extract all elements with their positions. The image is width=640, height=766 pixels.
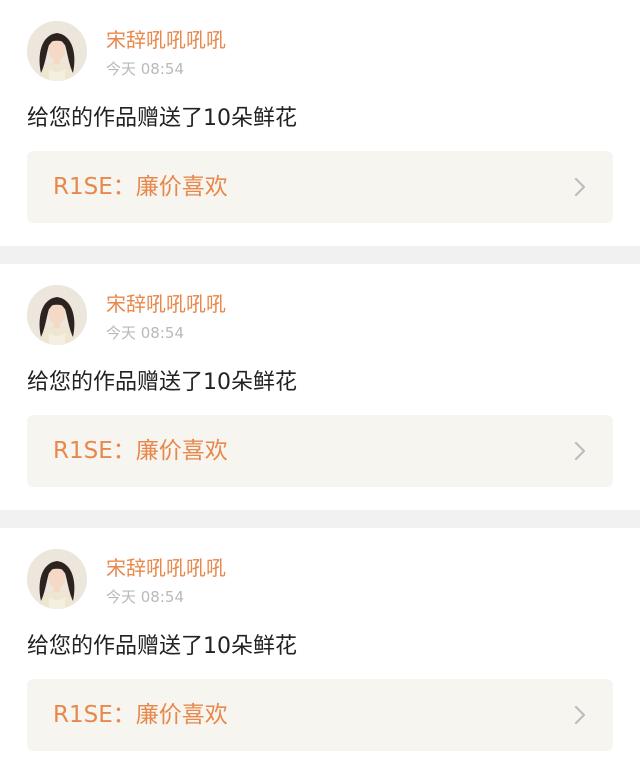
- chevron-right-icon: [573, 175, 587, 199]
- work-link-card[interactable]: R1SE：廉价喜欢: [27, 679, 613, 751]
- timestamp: 今天 08:54: [106, 324, 184, 342]
- work-title: R1SE：廉价喜欢: [53, 702, 228, 728]
- work-link-card[interactable]: R1SE：廉价喜欢: [27, 415, 613, 487]
- timestamp: 今天 08:54: [106, 60, 184, 78]
- user-avatar-icon[interactable]: [27, 285, 87, 345]
- chevron-right-icon: [573, 703, 587, 727]
- chevron-right-icon: [573, 439, 587, 463]
- work-title: R1SE：廉价喜欢: [53, 174, 228, 200]
- work-title: R1SE：廉价喜欢: [53, 438, 228, 464]
- user-avatar-icon[interactable]: [27, 549, 87, 609]
- work-link-card[interactable]: R1SE：廉价喜欢: [27, 151, 613, 223]
- timestamp: 今天 08:54: [106, 588, 184, 606]
- username[interactable]: 宋辞吼吼吼吼: [106, 291, 226, 317]
- notification-message: 给您的作品赠送了10朵鲜花: [27, 634, 297, 659]
- notification-feed: 宋辞吼吼吼吼 今天 08:54 给您的作品赠送了10朵鲜花 R1SE：廉价喜欢: [0, 0, 640, 766]
- username[interactable]: 宋辞吼吼吼吼: [106, 555, 226, 581]
- notification-card: 宋辞吼吼吼吼 今天 08:54 给您的作品赠送了10朵鲜花 R1SE：廉价喜欢: [0, 0, 640, 246]
- username[interactable]: 宋辞吼吼吼吼: [106, 27, 226, 53]
- notification-card: 宋辞吼吼吼吼 今天 08:54 给您的作品赠送了10朵鲜花 R1SE：廉价喜欢: [0, 264, 640, 510]
- notification-message: 给您的作品赠送了10朵鲜花: [27, 106, 297, 131]
- user-avatar-icon[interactable]: [27, 21, 87, 81]
- notification-message: 给您的作品赠送了10朵鲜花: [27, 370, 297, 395]
- notification-card: 宋辞吼吼吼吼 今天 08:54 给您的作品赠送了10朵鲜花 R1SE：廉价喜欢: [0, 528, 640, 766]
